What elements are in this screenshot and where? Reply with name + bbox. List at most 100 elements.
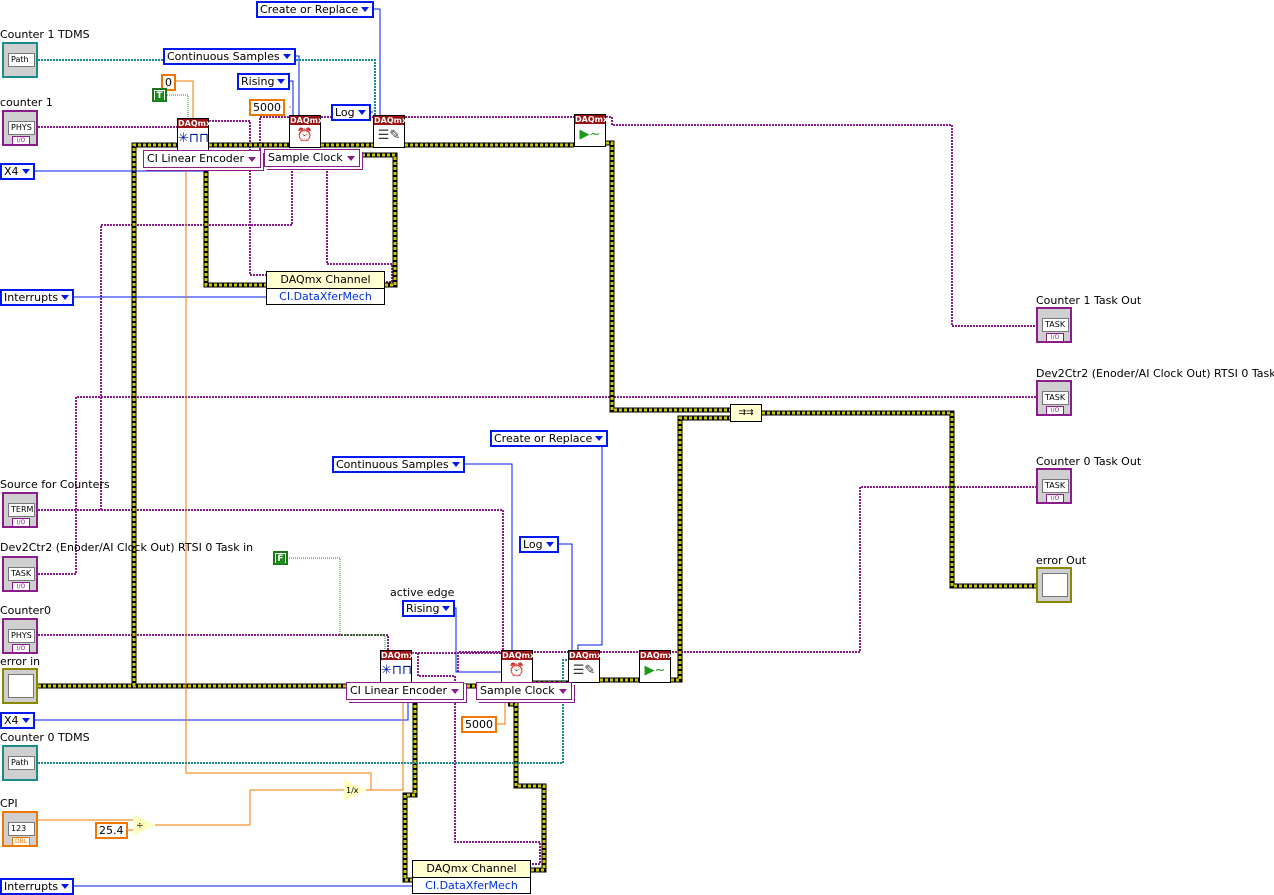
terminal-text: PHYS	[8, 121, 35, 135]
create-or-replace-enum-top[interactable]: Create or Replace	[256, 1, 375, 18]
create-channel-node-bottom[interactable]: DAQmx ✳⊓⊓	[380, 650, 414, 683]
task-in-label: Dev2Ctr2 (Enoder/AI Clock Out) RTSI 0 Ta…	[0, 541, 254, 554]
cpi-control[interactable]: 123 DBL	[2, 811, 38, 847]
sample-clock-ring-top[interactable]: Sample Clock	[264, 149, 360, 167]
error-wire-inner[interactable]	[762, 411, 1036, 588]
configure-logging-icon: ☰✎	[572, 663, 596, 678]
continuous-samples-enum-top[interactable]: Continuous Samples	[163, 48, 296, 65]
enum-wire[interactable]	[554, 543, 573, 650]
boolean-wire[interactable]	[287, 557, 386, 650]
task-wire[interactable]	[38, 509, 504, 650]
ci-linear-encoder-ring-top[interactable]: CI Linear Encoder	[143, 150, 262, 168]
counter1-control[interactable]: PHYS I/O	[2, 110, 38, 146]
sample-clock-icon: ⏰	[296, 128, 314, 143]
task-wire[interactable]	[38, 634, 389, 650]
divide-symbol: ÷	[136, 821, 144, 831]
daqmx-header: DAQmx	[640, 651, 674, 660]
interrupts-enum-bottom[interactable]: Interrupts	[0, 878, 75, 895]
error-wire-inner[interactable]	[345, 153, 397, 287]
numeric-wire[interactable]	[174, 80, 194, 118]
error-wire-inner[interactable]	[132, 143, 177, 686]
enum-wire[interactable]	[30, 699, 409, 721]
error-wire-inner[interactable]	[508, 702, 546, 872]
counter0-tdms-control[interactable]: Path	[2, 745, 38, 781]
terminal-type: I/O	[12, 136, 30, 144]
x4-enum-bottom[interactable]: X4	[0, 712, 35, 729]
continuous-samples-enum-bottom[interactable]: Continuous Samples	[332, 456, 465, 473]
terminal-type: I/O	[1046, 406, 1064, 414]
create-or-replace-enum-bottom[interactable]: Create or Replace	[490, 430, 609, 447]
reciprocal-label: 1/x	[346, 786, 359, 795]
start-node-top[interactable]: DAQmx ▶~	[574, 114, 609, 147]
terminal-type: I/O	[1046, 333, 1064, 341]
rate-constant-bottom[interactable]: 5000	[461, 716, 497, 733]
error-wire-inner[interactable]	[204, 168, 266, 287]
log-enum-bottom[interactable]: Log	[519, 536, 559, 553]
log-enum-top[interactable]: Log	[331, 104, 371, 121]
rising-enum-top[interactable]: Rising	[237, 73, 291, 90]
enum-wire[interactable]	[360, 8, 381, 117]
task-wire[interactable]	[606, 116, 1036, 327]
error-wire[interactable]	[345, 152, 398, 288]
terminal-type: I/O	[1046, 494, 1064, 502]
daqmx-header: DAQmx	[569, 651, 603, 660]
false-constant[interactable]: F	[273, 551, 288, 565]
timing-node-bottom[interactable]: DAQmx ⏰	[501, 650, 536, 683]
daqmx-channel-property-node-top[interactable]: DAQmx Channel CI.DataXferMech	[266, 271, 385, 305]
enum-wire[interactable]	[577, 437, 603, 650]
rising-enum-bottom[interactable]: Rising	[402, 600, 456, 617]
task-out-indicator: TASK I/O	[1036, 380, 1072, 416]
true-constant[interactable]: T	[152, 88, 167, 102]
create-channel-icon: ✳⊓⊓	[381, 663, 413, 678]
create-channel-node-top[interactable]: DAQmx ✳⊓⊓	[177, 118, 211, 151]
daqmx-header: DAQmx	[575, 115, 609, 124]
task-wire[interactable]	[326, 165, 393, 283]
error-wire-inner[interactable]	[606, 141, 730, 412]
daqmx-header: DAQmx	[502, 651, 536, 660]
daqmx-channel-property-node-bottom[interactable]: DAQmx Channel CI.DataXferMech	[412, 860, 531, 894]
boolean-wire[interactable]	[167, 94, 189, 118]
property-name[interactable]: CI.DataXferMech	[413, 878, 530, 894]
logging-node-top[interactable]: DAQmx ☰✎	[373, 115, 407, 148]
error-cluster-icon	[1042, 573, 1068, 597]
sample-clock-ring-bottom[interactable]: Sample Clock	[476, 682, 572, 700]
error-wire[interactable]	[762, 410, 1036, 589]
timing-node-top[interactable]: DAQmx ⏰	[289, 115, 323, 148]
error-cluster-icon	[8, 674, 34, 698]
task-wire[interactable]	[100, 168, 293, 510]
property-name[interactable]: CI.DataXferMech	[267, 289, 384, 305]
enum-wire[interactable]	[448, 607, 501, 673]
terminal-text: 123	[8, 822, 35, 836]
error-wire[interactable]	[131, 142, 177, 686]
logging-node-bottom[interactable]: DAQmx ☰✎	[568, 650, 603, 683]
error-in-control[interactable]	[2, 668, 38, 704]
task-wire[interactable]	[457, 486, 1036, 672]
property-node-title: DAQmx Channel	[267, 272, 384, 289]
counter1-tdms-control[interactable]: Path	[2, 42, 38, 78]
true-text: T	[155, 91, 164, 101]
ci-linear-encoder-ring-bottom[interactable]: CI Linear Encoder	[346, 682, 465, 700]
counter0-label: Counter0	[0, 604, 51, 617]
error-out-label: error Out	[1036, 554, 1087, 567]
error-wire[interactable]	[606, 140, 730, 413]
error-wire[interactable]	[203, 168, 266, 288]
start-node-bottom[interactable]: DAQmx ▶~	[639, 650, 674, 683]
numeric-wire[interactable]	[185, 168, 372, 790]
merge-errors-icon[interactable]: ⇉⇉	[730, 404, 762, 422]
path-wire[interactable]	[38, 659, 568, 764]
terminal-type: DBL	[12, 837, 30, 845]
numeric-wire[interactable]	[366, 699, 404, 791]
terminal-text: TERM	[8, 503, 35, 517]
path-terminal-text: Path	[8, 756, 35, 770]
divisor-constant[interactable]: 25.4	[95, 822, 128, 839]
interrupts-enum-top[interactable]: Interrupts	[0, 289, 75, 306]
numeric-wire[interactable]	[155, 789, 344, 826]
property-node-title: DAQmx Channel	[413, 861, 530, 878]
x4-enum-top[interactable]: X4	[0, 163, 35, 180]
rate-constant-top[interactable]: 5000	[249, 99, 285, 116]
task-in-control[interactable]: TASK I/O	[2, 556, 38, 592]
counter0-control[interactable]: PHYS I/O	[2, 618, 38, 654]
source-for-counters-control[interactable]: TERM I/O	[2, 492, 38, 528]
terminal-text: TASK	[1042, 391, 1069, 405]
active-edge-label: active edge	[390, 586, 455, 599]
